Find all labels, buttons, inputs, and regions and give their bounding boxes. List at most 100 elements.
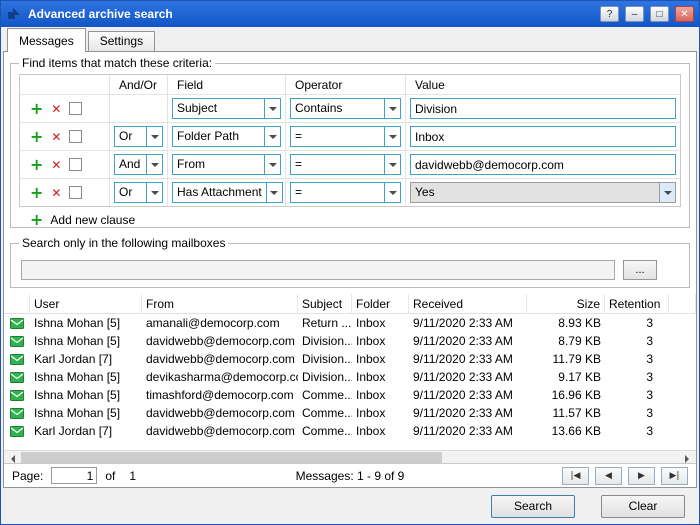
last-page-button[interactable]: ▶|: [661, 467, 688, 485]
first-page-button[interactable]: |◀: [562, 467, 589, 485]
cell-size: 13.66 KB: [527, 424, 605, 438]
value-select[interactable]: Yes: [410, 182, 676, 203]
table-row[interactable]: Ishna Mohan [5] devikasharma@democorp.co…: [4, 368, 696, 386]
mailboxes-group-label: Search only in the following mailboxes: [19, 236, 228, 250]
cell-user: Karl Jordan [7]: [30, 352, 142, 366]
prev-page-button[interactable]: ◀: [595, 467, 622, 485]
maximize-button[interactable]: □: [650, 6, 669, 22]
cell-user: Ishna Mohan [5]: [30, 370, 142, 384]
field-select[interactable]: Has Attachment: [172, 182, 283, 203]
messages-tab-page: Find items that match these criteria: An…: [3, 51, 697, 488]
table-row[interactable]: Ishna Mohan [5] timashford@democorp.com …: [4, 386, 696, 404]
remove-row-icon[interactable]: ✕: [51, 187, 61, 199]
clear-button[interactable]: Clear: [601, 495, 685, 518]
pagination-bar: Page: of 1 Messages: 1 - 9 of 9 |◀ ◀ ▶ ▶…: [4, 463, 696, 487]
operator-select[interactable]: Contains: [290, 98, 401, 119]
close-button[interactable]: ✕: [675, 6, 694, 22]
add-row-icon[interactable]: +: [30, 129, 43, 145]
col-received[interactable]: Received: [409, 294, 527, 313]
andor-select[interactable]: Or: [114, 126, 163, 147]
col-subject[interactable]: Subject: [298, 294, 352, 313]
cell-folder: Inbox: [352, 370, 409, 384]
advanced-archive-search-window: Advanced archive search ? – □ ✕ Messages…: [0, 0, 700, 525]
table-row[interactable]: Ishna Mohan [5] amanali@democorp.com Ret…: [4, 314, 696, 332]
header-operator: Operator: [286, 75, 406, 94]
chevron-down-icon: [384, 127, 400, 146]
criteria-checkbox[interactable]: [69, 186, 82, 199]
remove-row-icon[interactable]: ✕: [51, 103, 61, 115]
cell-retention: 3: [605, 370, 669, 384]
field-select[interactable]: Folder Path: [172, 126, 281, 147]
cell-user: Ishna Mohan [5]: [30, 334, 142, 348]
field-select[interactable]: From: [172, 154, 281, 175]
value-input[interactable]: [410, 126, 676, 147]
chevron-down-icon: [266, 183, 282, 202]
operator-select[interactable]: =: [290, 126, 401, 147]
value-input[interactable]: [410, 98, 676, 119]
chevron-down-icon: [264, 155, 280, 174]
cell-received: 9/11/2020 2:33 AM: [409, 316, 527, 330]
cell-received: 9/11/2020 2:33 AM: [409, 334, 527, 348]
next-page-button[interactable]: ▶: [628, 467, 655, 485]
header-field: Field: [168, 75, 286, 94]
table-row[interactable]: Karl Jordan [7] davidwebb@democorp.com D…: [4, 350, 696, 368]
remove-row-icon[interactable]: ✕: [51, 131, 61, 143]
add-row-icon[interactable]: +: [30, 185, 43, 201]
chevron-down-icon: [146, 127, 162, 146]
mailboxes-group: Search only in the following mailboxes .…: [10, 236, 690, 288]
criteria-checkbox[interactable]: [69, 102, 82, 115]
operator-select[interactable]: =: [290, 182, 401, 203]
help-button[interactable]: ?: [600, 6, 619, 22]
table-row[interactable]: Ishna Mohan [5] davidwebb@democorp.com D…: [4, 332, 696, 350]
search-button[interactable]: Search: [491, 495, 575, 518]
cell-folder: Inbox: [352, 388, 409, 402]
cell-subject: Comme...: [298, 388, 352, 402]
mail-icon: [10, 390, 24, 401]
chevron-down-icon: [659, 183, 675, 202]
value-input[interactable]: [410, 154, 676, 175]
criteria-checkbox[interactable]: [69, 158, 82, 171]
remove-row-icon[interactable]: ✕: [51, 159, 61, 171]
criteria-header-row: And/Or Field Operator Value: [20, 75, 680, 95]
of-label: of: [105, 469, 115, 483]
table-row[interactable]: Ishna Mohan [5] davidwebb@democorp.com C…: [4, 404, 696, 422]
tab-messages[interactable]: Messages: [7, 28, 86, 52]
col-user[interactable]: User: [30, 294, 142, 313]
table-row[interactable]: Karl Jordan [7] davidwebb@democorp.com C…: [4, 422, 696, 440]
mailboxes-input[interactable]: [21, 260, 615, 280]
chevron-down-icon: [146, 183, 162, 202]
add-new-clause-link[interactable]: + Add new clause: [19, 207, 169, 228]
mail-icon: [10, 426, 24, 437]
cell-from: davidwebb@democorp.com: [142, 424, 298, 438]
chevron-down-icon: [264, 99, 280, 118]
mail-icon: [10, 318, 24, 329]
tab-settings[interactable]: Settings: [88, 31, 155, 51]
browse-button[interactable]: ...: [623, 260, 657, 280]
minimize-button[interactable]: –: [625, 6, 644, 22]
cell-user: Ishna Mohan [5]: [30, 316, 142, 330]
title-bar[interactable]: Advanced archive search ? – □ ✕: [1, 1, 699, 27]
field-select[interactable]: Subject: [172, 98, 281, 119]
criteria-checkbox[interactable]: [69, 130, 82, 143]
cell-retention: 3: [605, 406, 669, 420]
add-row-icon[interactable]: +: [30, 101, 43, 117]
andor-select[interactable]: And: [114, 154, 163, 175]
cell-received: 9/11/2020 2:33 AM: [409, 424, 527, 438]
chevron-down-icon: [264, 127, 280, 146]
add-row-icon[interactable]: +: [30, 157, 43, 173]
cell-from: davidwebb@democorp.com: [142, 406, 298, 420]
page-number-input[interactable]: [51, 467, 97, 484]
cell-subject: Division...: [298, 334, 352, 348]
cell-retention: 3: [605, 424, 669, 438]
cell-received: 9/11/2020 2:33 AM: [409, 352, 527, 366]
add-clause-label: Add new clause: [50, 213, 135, 227]
col-folder[interactable]: Folder: [352, 294, 409, 313]
cell-user: Ishna Mohan [5]: [30, 388, 142, 402]
criteria-table: And/Or Field Operator Value + ✕ Su: [19, 74, 681, 207]
andor-select[interactable]: Or: [114, 182, 163, 203]
app-icon: [6, 6, 22, 22]
col-size[interactable]: Size: [527, 294, 605, 313]
col-retention[interactable]: Retention: [605, 294, 669, 313]
operator-select[interactable]: =: [290, 154, 401, 175]
col-from[interactable]: From: [142, 294, 298, 313]
